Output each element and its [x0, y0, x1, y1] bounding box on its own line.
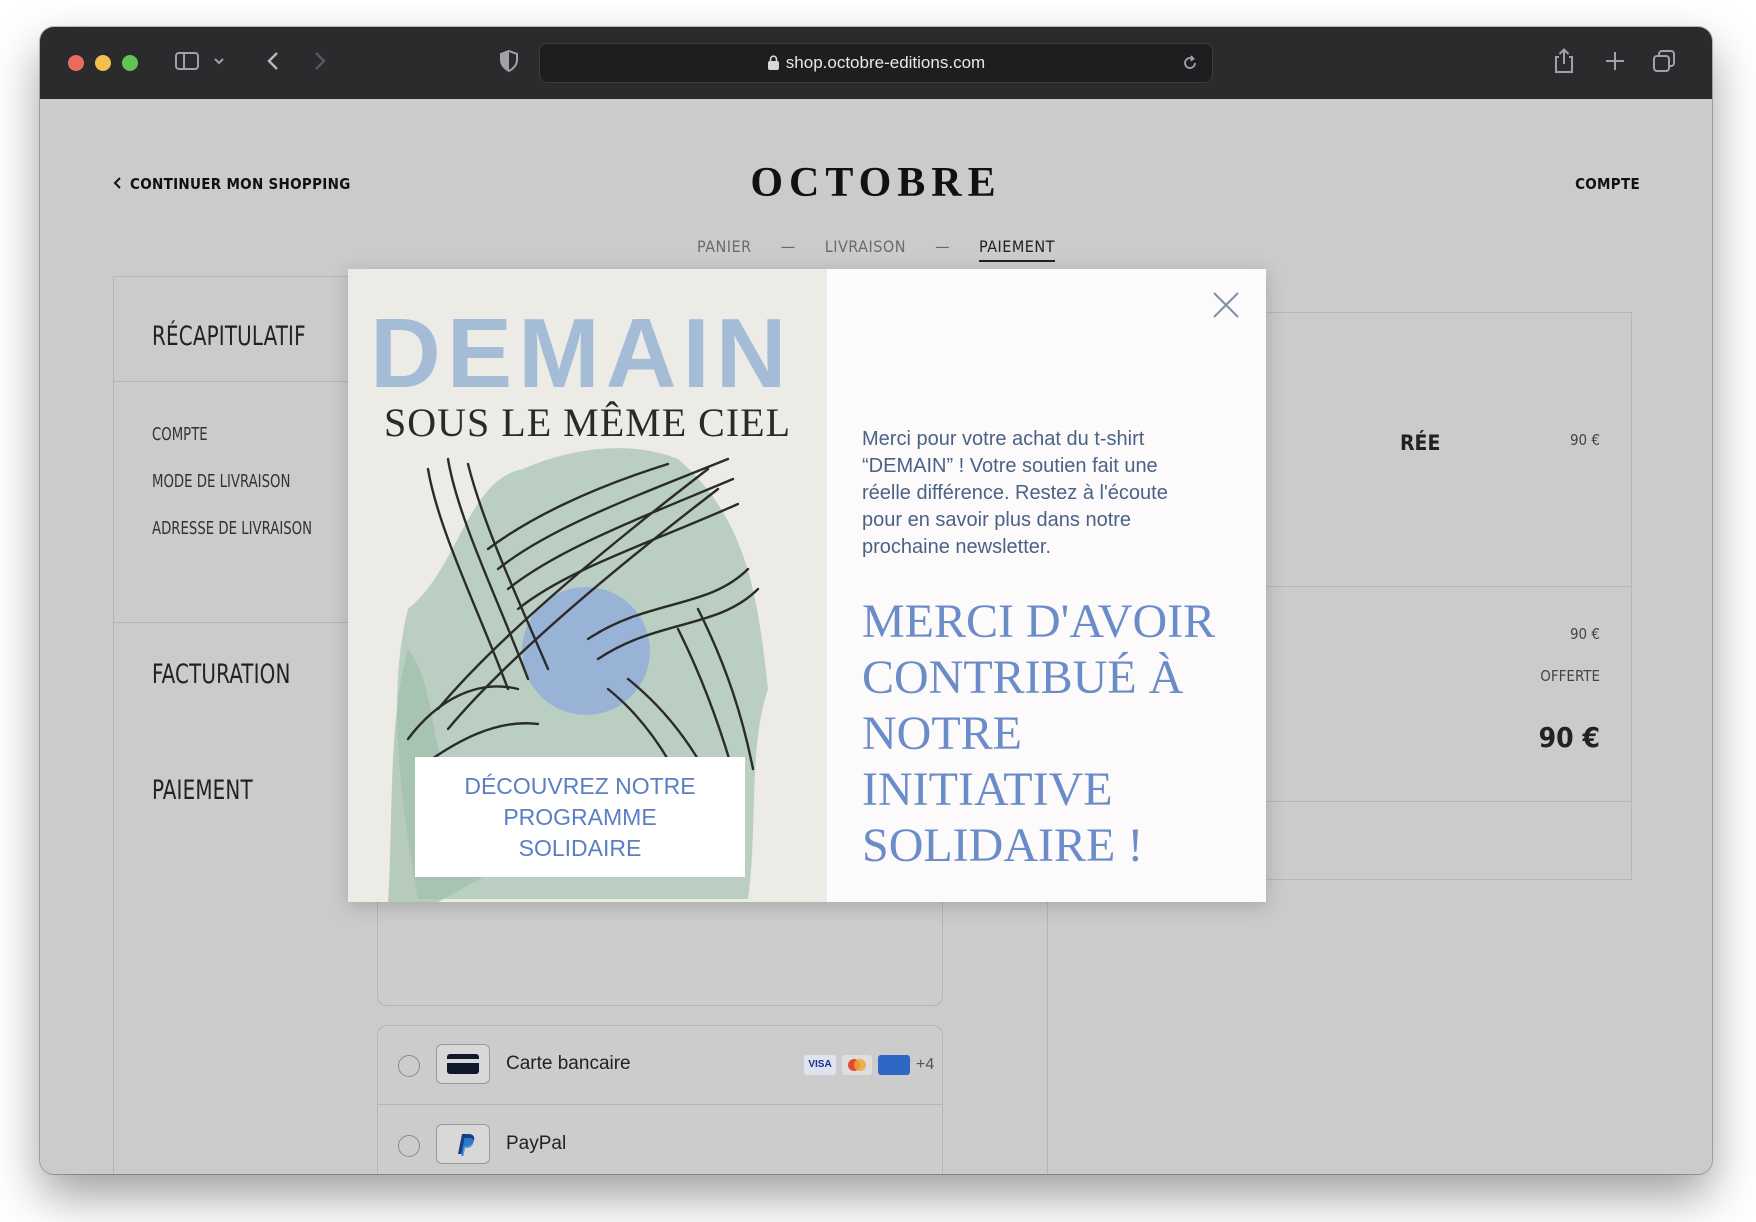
- thank-you-modal: DEMAIN SOUS LE MÊME CIEL DÉCOUVREZ NOTRE…: [348, 269, 1266, 902]
- demain-artwork: DEMAIN SOUS LE MÊME CIEL DÉCOUVREZ NOTRE…: [348, 269, 827, 902]
- checkout-page: CONTINUER MON SHOPPING OCTOBRE COMPTE PA…: [40, 99, 1712, 1174]
- close-window-button[interactable]: [68, 55, 84, 71]
- discover-program-label: DÉCOUVREZ NOTRE PROGRAMME SOLIDAIRE: [464, 772, 696, 861]
- discover-program-button[interactable]: DÉCOUVREZ NOTRE PROGRAMME SOLIDAIRE: [415, 757, 745, 877]
- browser-toolbar: shop.octobre-editions.com: [40, 27, 1712, 99]
- thank-you-message: Merci pour votre achat du t-shirt “DEMAI…: [862, 428, 1168, 558]
- thank-you-headline: MERCI D'AVOIR CONTRIBUÉ À NOTRE INITIATI…: [862, 595, 1216, 872]
- payment-options: Carte bancaire VISA +4 PayPal: [377, 1025, 943, 1174]
- minimize-window-button[interactable]: [95, 55, 111, 71]
- zoom-window-button[interactable]: [122, 55, 138, 71]
- address-bar[interactable]: shop.octobre-editions.com: [539, 43, 1213, 83]
- checkout-steps: PANIER — LIVRAISON — PAIEMENT: [40, 237, 1712, 262]
- shipping-value: OFFERTE: [1540, 667, 1600, 685]
- sidebar-icon[interactable]: [173, 47, 201, 75]
- card-label: Carte bancaire: [506, 1053, 631, 1074]
- step-separator: —: [935, 237, 950, 256]
- step-cart[interactable]: PANIER: [697, 237, 752, 256]
- summary-delivery-mode-label: MODE DE LIVRAISON: [152, 471, 291, 492]
- summary-title: RÉCAPITULATIF: [152, 321, 306, 352]
- order-item-name: RÉE: [1400, 431, 1441, 455]
- url-text: shop.octobre-editions.com: [785, 53, 986, 72]
- new-tab-icon[interactable]: [1602, 48, 1628, 74]
- art-title: DEMAIN: [370, 298, 793, 408]
- step-separator: —: [780, 237, 796, 256]
- summary-address-label: ADRESSE DE LIVRAISON: [152, 518, 313, 539]
- card-radio[interactable]: [398, 1055, 420, 1077]
- reload-icon[interactable]: [1180, 53, 1200, 73]
- summary-account-label: COMPTE: [152, 424, 208, 445]
- credit-card-icon: [436, 1044, 490, 1084]
- art-subtitle: SOUS LE MÊME CIEL: [384, 400, 791, 445]
- chevron-down-icon[interactable]: [212, 54, 226, 68]
- order-item-price: 90 €: [1569, 431, 1600, 449]
- share-icon[interactable]: [1550, 46, 1578, 76]
- payment-option-paypal[interactable]: PayPal: [378, 1106, 942, 1174]
- subtotal-value: 90 €: [1569, 625, 1600, 643]
- visa-icon: VISA: [804, 1055, 836, 1075]
- forward-arrow-icon[interactable]: [305, 47, 333, 75]
- back-arrow-icon[interactable]: [260, 47, 288, 75]
- divider: [378, 1104, 942, 1105]
- account-link[interactable]: COMPTE: [1575, 175, 1640, 193]
- tab-overview-icon[interactable]: [1650, 47, 1678, 75]
- step-delivery[interactable]: LIVRAISON: [825, 237, 906, 256]
- privacy-shield-icon[interactable]: [496, 48, 522, 74]
- billing-title: FACTURATION: [152, 659, 291, 690]
- site-logo[interactable]: OCTOBRE: [40, 159, 1712, 207]
- modal-content: Merci pour votre achat du t-shirt “DEMAI…: [827, 269, 1266, 902]
- total-value: 90 €: [1538, 721, 1600, 754]
- paypal-label: PayPal: [506, 1133, 567, 1154]
- step-payment[interactable]: PAIEMENT: [979, 237, 1055, 262]
- browser-window: shop.octobre-editions.com CONTINUER MON: [40, 27, 1712, 1174]
- mastercard-icon: [842, 1055, 872, 1075]
- amex-icon: [878, 1055, 910, 1075]
- payment-option-card[interactable]: Carte bancaire VISA +4: [378, 1026, 942, 1104]
- more-brands-count: +4: [916, 1056, 935, 1073]
- paypal-icon: [436, 1124, 490, 1164]
- paypal-radio[interactable]: [398, 1135, 420, 1157]
- payment-title: PAIEMENT: [152, 775, 253, 806]
- close-icon[interactable]: [1210, 289, 1242, 321]
- lock-icon: [767, 55, 779, 70]
